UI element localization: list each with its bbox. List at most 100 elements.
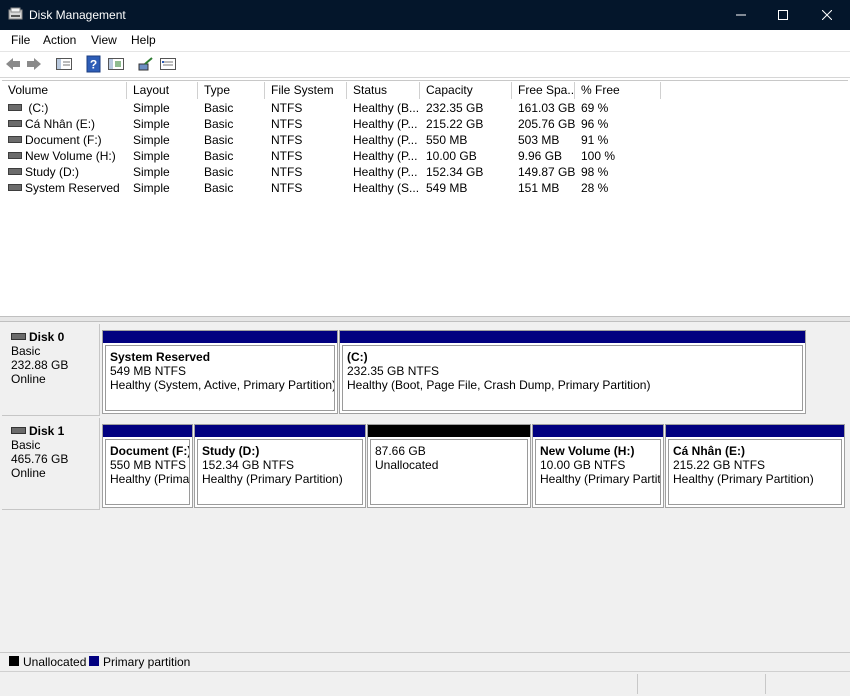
partition-e[interactable]: Cá Nhân (E:) 215.22 GB NTFS Healthy (Pri… — [665, 424, 845, 508]
partition-system-reserved[interactable]: System Reserved 549 MB NTFS Healthy (Sys… — [102, 330, 338, 414]
cell-capacity: 549 MB — [420, 180, 512, 196]
disk-1-label[interactable]: Disk 1 Basic 465.76 GB Online — [2, 418, 100, 510]
partition-size: 87.66 GB — [375, 444, 426, 458]
cell-volume: Study (D:) — [2, 164, 127, 180]
drive-icon — [8, 120, 22, 128]
cell-capacity: 152.34 GB — [420, 164, 512, 180]
partition-f[interactable]: Document (F:) 550 MB NTFS Healthy (Prima — [102, 424, 193, 508]
cell-status-text: Healthy (P... — [353, 149, 418, 163]
partition-h[interactable]: New Volume (H:) 10.00 GB NTFS Healthy (P… — [532, 424, 664, 508]
cell-type-text: Basic — [204, 101, 234, 115]
maximize-button[interactable] — [760, 0, 806, 30]
partition-unallocated[interactable]: 87.66 GB Unallocated — [367, 424, 531, 508]
minimize-button[interactable] — [718, 0, 764, 30]
cell-volume: New Volume (H:) — [2, 148, 127, 164]
partition-status: Healthy (Primary Partition) — [673, 472, 814, 486]
cell-type: Basic — [198, 132, 265, 148]
cell-percent-free: 98 % — [575, 164, 661, 180]
partition-d[interactable]: Study (D:) 152.34 GB NTFS Healthy (Prima… — [194, 424, 366, 508]
cell-type-text: Basic — [204, 181, 234, 195]
close-button[interactable] — [804, 0, 850, 30]
properties-icon[interactable] — [107, 55, 125, 73]
cell-volume: Cá Nhân (E:) — [2, 116, 127, 132]
help-icon[interactable]: ? — [85, 55, 103, 73]
cell-capacity-text: 549 MB — [426, 181, 468, 195]
cell-status-text: Healthy (S... — [353, 181, 420, 195]
menu-help[interactable]: Help — [131, 33, 156, 47]
arrow-right-icon[interactable] — [25, 55, 43, 73]
disk-0-label[interactable]: Disk 0 Basic 232.88 GB Online — [2, 324, 100, 416]
partition-status: Healthy (Primary Partiti — [540, 472, 661, 486]
cell-status: Healthy (P... — [347, 148, 420, 164]
disk-status: Online — [11, 372, 46, 386]
cell-type: Basic — [198, 180, 265, 196]
cell-percent-free-text: 28 % — [581, 181, 609, 195]
cell-free-space: 503 MB — [512, 132, 575, 148]
cell-capacity-text: 10.00 GB — [426, 149, 477, 163]
cell-free-space: 205.76 GB — [512, 116, 575, 132]
cell-percent-free: 100 % — [575, 148, 661, 164]
partition-bar — [340, 331, 805, 343]
cell-file-system-text: NTFS — [271, 165, 303, 179]
volume-list: Volume Layout Type File System Status Ca… — [2, 80, 848, 317]
disk-size: 232.88 GB — [11, 358, 69, 372]
legend-primary-partition: Primary partition — [103, 655, 191, 669]
disk-size: 465.76 GB — [11, 452, 69, 466]
cell-percent-free-text: 98 % — [581, 165, 609, 179]
table-row[interactable]: Study (D:) Simple Basic NTFS Healthy (P... 15… — [2, 164, 662, 180]
view-icon[interactable] — [159, 55, 177, 73]
cell-layout: Simple — [127, 100, 198, 116]
menu-action[interactable]: Action — [43, 33, 76, 47]
column-percent-free[interactable]: % Free — [575, 82, 661, 99]
drive-icon — [8, 104, 22, 112]
column-capacity[interactable]: Capacity — [420, 82, 512, 99]
cell-file-system: NTFS — [265, 100, 347, 116]
cell-layout-text: Simple — [133, 117, 170, 131]
column-type[interactable]: Type — [198, 82, 265, 99]
window-title: Disk Management — [29, 8, 126, 22]
table-row[interactable]: New Volume (H:) Simple Basic NTFS Healthy (P… — [2, 148, 662, 164]
column-volume[interactable]: Volume — [2, 82, 127, 99]
cell-file-system-text: NTFS — [271, 181, 303, 195]
menu-bar: File Action View Help — [0, 30, 850, 52]
cell-free-space: 9.96 GB — [512, 148, 575, 164]
table-row[interactable]: Document (F:) Simple Basic NTFS Healthy (P..… — [2, 132, 662, 148]
connect-icon[interactable] — [137, 55, 155, 73]
disk-icon — [11, 333, 26, 341]
menu-file[interactable]: File — [11, 33, 30, 47]
cell-percent-free-text: 91 % — [581, 133, 609, 147]
cell-free-space-text: 503 MB — [518, 133, 560, 147]
cell-file-system-text: NTFS — [271, 149, 303, 163]
column-free-space[interactable]: Free Spa... — [512, 82, 575, 99]
cell-layout: Simple — [127, 116, 198, 132]
disk-status: Online — [11, 466, 46, 480]
primary-partition-swatch — [89, 656, 99, 666]
arrow-left-icon[interactable] — [4, 55, 22, 73]
cell-percent-free-text: 69 % — [581, 101, 609, 115]
cell-status: Healthy (P... — [347, 116, 420, 132]
console-tree-icon[interactable] — [55, 55, 73, 73]
table-row[interactable]: System Reserved Simple Basic NTFS Healthy (S… — [2, 180, 662, 196]
column-file-system[interactable]: File System — [265, 82, 347, 99]
drive-icon — [8, 184, 22, 192]
status-bar — [0, 671, 850, 696]
partition-c[interactable]: (C:) 232.35 GB NTFS Healthy (Boot, Page … — [339, 330, 806, 414]
column-layout[interactable]: Layout — [127, 82, 198, 99]
partition-status: Healthy (Prima — [110, 472, 190, 486]
cell-status-text: Healthy (P... — [353, 165, 418, 179]
cell-file-system: NTFS — [265, 148, 347, 164]
cell-status: Healthy (S... — [347, 180, 420, 196]
cell-type: Basic — [198, 148, 265, 164]
cell-status: Healthy (B... — [347, 100, 420, 116]
cell-free-space-text: 205.76 GB — [518, 117, 575, 131]
table-row[interactable]: (C:) Simple Basic NTFS Healthy (B... 232.35 G… — [2, 100, 662, 116]
menu-view[interactable]: View — [91, 33, 117, 47]
cell-volume-text: (C:) — [25, 101, 49, 115]
cell-file-system-text: NTFS — [271, 101, 303, 115]
column-status[interactable]: Status — [347, 82, 420, 99]
legend: Unallocated Primary partition — [0, 652, 850, 671]
cell-free-space-text: 151 MB — [518, 181, 560, 195]
table-row[interactable]: Cá Nhân (E:) Simple Basic NTFS Healthy (P...… — [2, 116, 662, 132]
cell-volume-text: New Volume (H:) — [25, 149, 116, 163]
disk-management-icon — [8, 7, 23, 20]
